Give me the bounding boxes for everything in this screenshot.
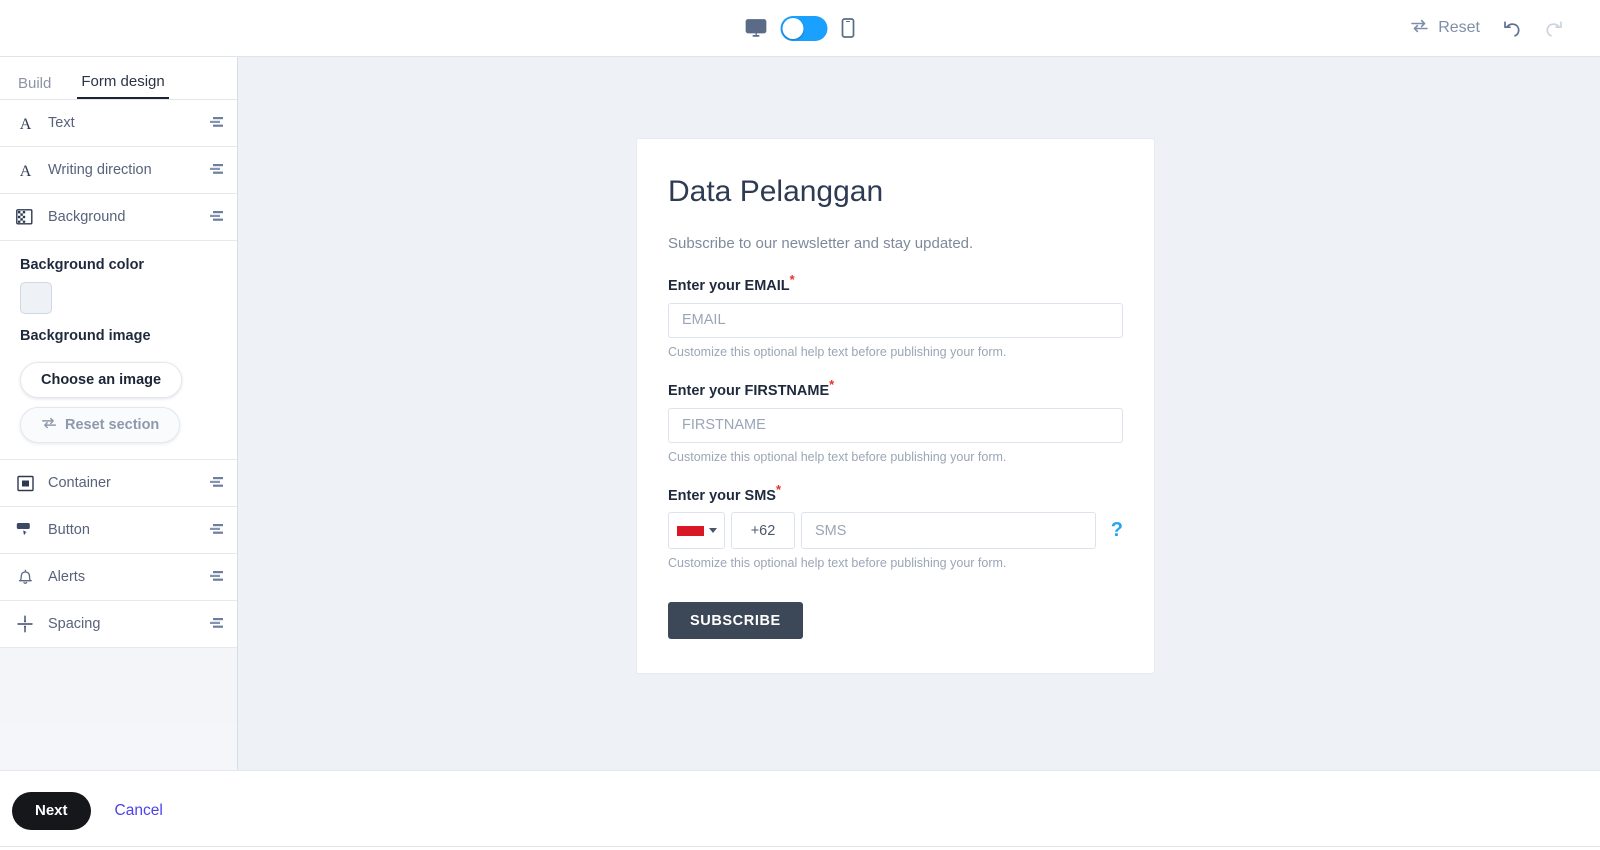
firstname-placeholder: FIRSTNAME — [682, 417, 766, 434]
reset-button[interactable]: Reset — [1410, 18, 1480, 39]
sidebar-item-label: Text — [48, 115, 75, 131]
sms-input[interactable]: SMS — [801, 512, 1096, 550]
toggle-knob — [782, 17, 804, 39]
cycle-arrows-icon — [1410, 18, 1429, 39]
field-email: Enter your EMAIL* EMAIL Customize this o… — [668, 272, 1123, 359]
drag-handle-icon[interactable] — [210, 571, 223, 583]
email-label: Enter your EMAIL* — [668, 272, 1123, 294]
sms-help-text: Customize this optional help text before… — [668, 556, 1007, 571]
required-asterisk: * — [829, 376, 835, 392]
sidebar-item-label: Writing direction — [48, 162, 152, 178]
required-asterisk: * — [775, 481, 782, 497]
desktop-monitor-icon[interactable] — [745, 19, 767, 37]
cancel-link[interactable]: Cancel — [115, 802, 163, 820]
email-label-text: Enter your EMAIL — [668, 277, 790, 294]
sidebar-item-button[interactable]: Button — [0, 507, 237, 554]
question-mark-icon[interactable]: ? — [1102, 519, 1123, 542]
required-asterisk: * — [789, 272, 795, 287]
sidebar-item-alerts[interactable]: Alerts — [0, 554, 237, 601]
sidebar-item-label: Button — [48, 522, 90, 538]
background-color-label: Background color — [20, 257, 145, 273]
form-title: Data Pelanggan — [668, 175, 884, 208]
subscribe-button[interactable]: SUBSCRIBE — [668, 602, 803, 640]
redo-arrow-icon — [1544, 18, 1564, 38]
email-input[interactable]: EMAIL — [668, 302, 1123, 338]
reset-label: Reset — [1438, 19, 1480, 36]
reset-section-button[interactable]: Reset section — [20, 407, 181, 443]
cycle-arrows-icon — [41, 416, 57, 434]
sidebar-empty-area — [0, 648, 237, 724]
indonesia-flag-icon — [676, 525, 704, 536]
click-button-icon — [12, 522, 38, 539]
tab-form-design[interactable]: Form design — [77, 73, 169, 99]
sms-placeholder: SMS — [815, 522, 847, 539]
drag-handle-icon[interactable] — [210, 117, 223, 129]
sidebar-item-background[interactable]: Background — [0, 194, 237, 241]
sidebar-item-label: Spacing — [48, 616, 101, 632]
email-help-text: Customize this optional help text before… — [668, 344, 1007, 359]
background-image-label: Background image — [20, 328, 151, 344]
form-builder-app: Reset Build Form design A Text A Writing… — [0, 0, 1600, 850]
toolbar-actions: Reset — [1410, 18, 1564, 39]
form-card: Data Pelanggan Subscribe to our newslett… — [636, 138, 1155, 675]
drag-handle-icon[interactable] — [210, 211, 223, 223]
top-toolbar: Reset — [0, 0, 1600, 57]
bell-icon — [12, 568, 38, 586]
form-subtitle: Subscribe to our newsletter and stay upd… — [668, 235, 974, 252]
wizard-footer: Next Cancel — [0, 770, 1600, 850]
sidebar-item-text[interactable]: A Text — [0, 100, 237, 147]
phone-input-group: +62 SMS ? — [668, 512, 1123, 550]
sidebar-item-label: Alerts — [48, 569, 86, 585]
sms-label-text: Enter your SMS — [668, 487, 776, 504]
drag-handle-icon[interactable] — [210, 524, 223, 536]
firstname-help-text: Customize this optional help text before… — [668, 449, 1007, 464]
device-toggle[interactable] — [780, 15, 828, 41]
sidebar-item-container[interactable]: Container — [0, 460, 237, 507]
sms-label: Enter your SMS* — [668, 482, 1123, 504]
sidebar-item-label: Background — [48, 209, 126, 225]
drag-handle-icon[interactable] — [210, 618, 223, 630]
tab-build[interactable]: Build — [14, 75, 55, 99]
email-placeholder: EMAIL — [682, 312, 726, 329]
reset-section-label: Reset section — [65, 417, 160, 433]
form-preview-canvas: Data Pelanggan Subscribe to our newslett… — [238, 57, 1600, 770]
dial-code-field[interactable]: +62 — [731, 512, 795, 550]
drag-handle-icon[interactable] — [210, 164, 223, 176]
sidebar-item-spacing[interactable]: Spacing — [0, 601, 237, 648]
firstname-label-text: Enter your FIRSTNAME — [668, 382, 830, 399]
field-firstname: Enter your FIRSTNAME* FIRSTNAME Customiz… — [668, 377, 1123, 464]
form-design-sidebar: Build Form design A Text A Writing direc… — [0, 57, 238, 770]
mobile-phone-icon[interactable] — [841, 18, 855, 38]
device-preview-switch — [745, 15, 855, 41]
serif-a-icon: A — [12, 162, 38, 179]
sidebar-item-writing-direction[interactable]: A Writing direction — [0, 147, 237, 194]
background-settings-panel: Background color Background image Choose… — [0, 241, 237, 460]
footer-divider — [0, 846, 1600, 847]
firstname-input[interactable]: FIRSTNAME — [668, 407, 1123, 443]
design-sections-top: A Text A Writing direction Background — [0, 100, 237, 241]
undo-arrow-icon[interactable] — [1502, 18, 1522, 38]
svg-text:A: A — [19, 116, 31, 132]
sidebar-item-label: Container — [48, 475, 111, 491]
design-sections-bottom: Container Button Alerts Spacing — [0, 460, 237, 648]
choose-an-image-button[interactable]: Choose an image — [20, 362, 183, 398]
container-square-icon — [12, 475, 38, 492]
sidebar-tabs: Build Form design — [0, 57, 237, 100]
country-flag-select[interactable] — [668, 512, 725, 550]
drag-handle-icon[interactable] — [210, 477, 223, 489]
chevron-down-icon — [708, 528, 717, 534]
spacing-divider-icon — [12, 615, 38, 633]
serif-a-icon: A — [12, 115, 38, 132]
background-color-swatch[interactable] — [20, 282, 52, 314]
next-button[interactable]: Next — [12, 791, 91, 830]
svg-text:A: A — [19, 163, 31, 179]
choose-image-label: Choose an image — [41, 372, 162, 388]
field-sms: Enter your SMS* +62 SMS ? Customize this… — [668, 482, 1123, 571]
checkered-image-icon — [12, 209, 38, 225]
firstname-label: Enter your FIRSTNAME* — [668, 377, 1123, 399]
